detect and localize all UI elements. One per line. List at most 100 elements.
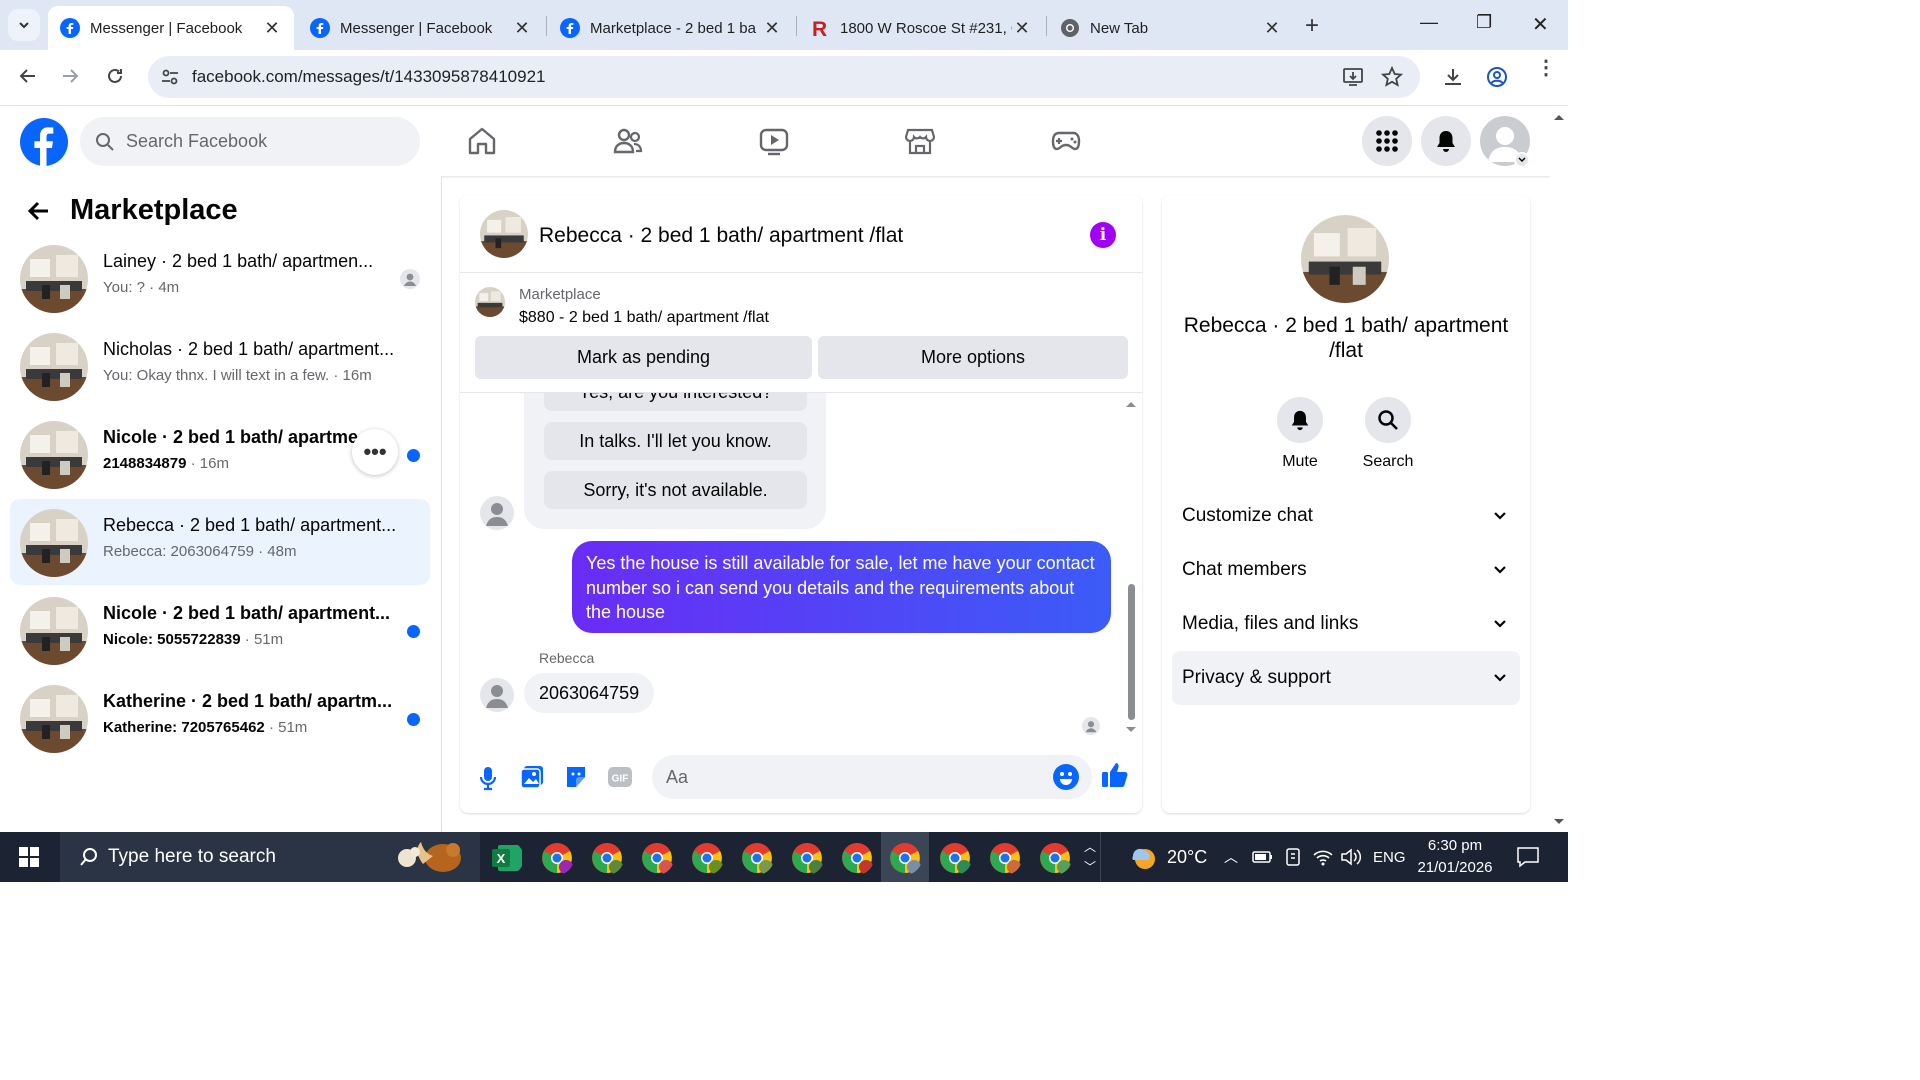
conversation-item[interactable]: Nicole · 2 bed 1 bath/ apartmen 21488348… xyxy=(10,411,430,497)
message-input[interactable]: Aa xyxy=(652,755,1092,799)
home-icon[interactable] xyxy=(466,126,498,156)
quick-reply-button[interactable]: In talks. I'll let you know. xyxy=(544,422,807,460)
conversation-item[interactable]: Katherine · 2 bed 1 bath/ apartm... Kath… xyxy=(10,675,430,761)
listing-thumbnail xyxy=(20,245,88,313)
sticker-icon[interactable] xyxy=(563,764,589,790)
weather-temperature[interactable]: 20°C xyxy=(1167,832,1207,882)
window-close-icon[interactable]: ✕ xyxy=(1532,12,1549,37)
show-hidden-icons[interactable]: ︿ xyxy=(1224,832,1238,882)
facebook-logo[interactable] xyxy=(20,118,68,166)
chrome-profile-icon[interactable] xyxy=(1038,841,1072,875)
mark-as-pending-button[interactable]: Mark as pending xyxy=(475,336,812,379)
close-tab-icon[interactable]: ✕ xyxy=(1012,18,1032,39)
conversation-options-button[interactable]: ••• xyxy=(352,429,398,475)
chrome-profile-icon[interactable] xyxy=(988,841,1022,875)
account-chevron-icon[interactable] xyxy=(1514,152,1530,168)
browser-tab[interactable]: New Tab ✕ xyxy=(1048,6,1294,50)
back-arrow-icon[interactable] xyxy=(26,198,52,224)
sender-avatar[interactable] xyxy=(480,496,514,530)
profile-icon[interactable] xyxy=(1486,66,1508,88)
close-tab-icon[interactable]: ✕ xyxy=(262,18,282,39)
menu-button[interactable] xyxy=(1362,116,1412,166)
taskbar-search-input[interactable]: Type here to search xyxy=(60,832,480,882)
site-settings-icon[interactable] xyxy=(160,67,180,87)
browser-tab[interactable]: Messenger | Facebook ✕ xyxy=(298,6,544,50)
info-icon[interactable]: i xyxy=(1090,222,1116,248)
notification-center-icon[interactable] xyxy=(1516,846,1540,868)
battery-icon[interactable] xyxy=(1252,848,1274,866)
volume-icon[interactable] xyxy=(1340,847,1362,867)
conversation-item[interactable]: Nicole · 2 bed 1 bath/ apartment... Nico… xyxy=(10,587,430,673)
minimize-icon[interactable]: — xyxy=(1420,12,1438,33)
new-tab-icon[interactable]: + xyxy=(1305,12,1319,40)
omnibox[interactable]: facebook.com/messages/t/1433095878410921 xyxy=(148,56,1420,98)
listing-title[interactable]: $880 - 2 bed 1 bath/ apartment /flat xyxy=(519,309,769,327)
close-tab-icon[interactable]: ✕ xyxy=(512,18,532,39)
input-language[interactable]: ENG xyxy=(1373,832,1406,882)
emoji-icon[interactable] xyxy=(1052,763,1080,791)
outgoing-message[interactable]: Yes the house is still available for sal… xyxy=(572,541,1111,633)
wifi-icon[interactable] xyxy=(1312,847,1334,867)
photo-icon[interactable] xyxy=(519,764,545,790)
device-icon[interactable] xyxy=(1284,847,1302,867)
mute-button[interactable]: Mute xyxy=(1265,397,1335,471)
reload-icon[interactable] xyxy=(105,66,125,86)
install-app-icon[interactable] xyxy=(1342,66,1364,88)
close-tab-icon[interactable]: ✕ xyxy=(1262,18,1282,39)
chrome-profile-icon[interactable] xyxy=(540,841,574,875)
facebook-search-input[interactable]: Search Facebook xyxy=(80,117,420,166)
weather-icon[interactable] xyxy=(1127,842,1159,872)
chat-avatar[interactable] xyxy=(480,210,528,258)
notifications-button[interactable] xyxy=(1421,116,1471,166)
chrome-profile-icon[interactable] xyxy=(590,841,624,875)
conversation-item[interactable]: Nicholas · 2 bed 1 bath/ apartment... Yo… xyxy=(10,323,430,409)
browser-menu-icon[interactable]: ⋮ xyxy=(1536,58,1556,78)
chrome-profile-icon[interactable] xyxy=(690,841,724,875)
microphone-icon[interactable] xyxy=(478,765,498,791)
chat-members-section[interactable]: Chat members xyxy=(1172,543,1520,597)
chrome-profile-icon[interactable] xyxy=(790,841,824,875)
quick-reply-button[interactable]: Yes, are you interested? xyxy=(544,393,807,411)
browser-tab[interactable]: Marketplace - 2 bed 1 ba ✕ xyxy=(548,6,794,50)
marketplace-icon[interactable] xyxy=(904,126,936,156)
chrome-profile-icon[interactable] xyxy=(938,841,972,875)
clock[interactable]: 6:30 pm 21/01/2026 xyxy=(1412,832,1498,882)
customize-chat-section[interactable]: Customize chat xyxy=(1172,489,1520,543)
browser-tab[interactable]: Messenger | Facebook ✕ xyxy=(48,6,294,50)
tab-search-button[interactable] xyxy=(8,9,40,41)
windows-start-icon[interactable] xyxy=(19,847,39,867)
restore-icon[interactable]: ❐ xyxy=(1476,12,1492,33)
chrome-profile-icon[interactable] xyxy=(888,841,922,875)
gif-icon[interactable]: GIF xyxy=(607,764,633,790)
chrome-profile-icon[interactable] xyxy=(840,841,874,875)
forward-icon[interactable] xyxy=(60,66,80,86)
video-icon[interactable] xyxy=(758,126,790,156)
close-tab-icon[interactable]: ✕ xyxy=(762,18,782,39)
chrome-profile-icon[interactable] xyxy=(740,841,774,875)
back-icon[interactable] xyxy=(18,66,38,86)
page-scrollbar[interactable] xyxy=(1550,106,1568,832)
message-scrollbar[interactable] xyxy=(1124,397,1138,737)
privacy-support-section[interactable]: Privacy & support xyxy=(1172,651,1520,705)
conversation-item[interactable]: Lainey · 2 bed 1 bath/ apartmen... You: … xyxy=(10,235,430,321)
browser-tab[interactable]: R 1800 W Roscoe St #231, C ✕ xyxy=(798,6,1044,50)
search-conversation-button[interactable]: Search xyxy=(1353,397,1423,471)
conversation-item-selected[interactable]: Rebecca · 2 bed 1 bath/ apartment... Reb… xyxy=(10,499,430,585)
quick-reply-button[interactable]: Sorry, it's not available. xyxy=(544,471,807,509)
chrome-profile-icon[interactable] xyxy=(640,841,674,875)
media-files-links-section[interactable]: Media, files and links xyxy=(1172,597,1520,651)
bookmark-star-icon[interactable] xyxy=(1381,66,1403,88)
sender-avatar[interactable] xyxy=(480,678,514,712)
taskbar-scroll-arrows[interactable]: ︿ ﹀ xyxy=(1084,832,1096,882)
incoming-message[interactable]: 2063064759 xyxy=(524,673,655,713)
like-icon[interactable] xyxy=(1100,760,1130,790)
url-text[interactable]: facebook.com/messages/t/1433095878410921 xyxy=(192,67,545,87)
more-options-button[interactable]: More options xyxy=(818,336,1128,379)
excel-icon[interactable]: X xyxy=(490,841,524,875)
friends-icon[interactable] xyxy=(612,126,644,156)
chat-title[interactable]: Rebecca · 2 bed 1 bath/ apartment /flat xyxy=(539,224,903,248)
download-icon[interactable] xyxy=(1442,66,1464,88)
listing-thumbnail[interactable] xyxy=(475,287,505,317)
contact-avatar[interactable] xyxy=(1301,215,1389,303)
gaming-icon[interactable] xyxy=(1050,126,1082,156)
